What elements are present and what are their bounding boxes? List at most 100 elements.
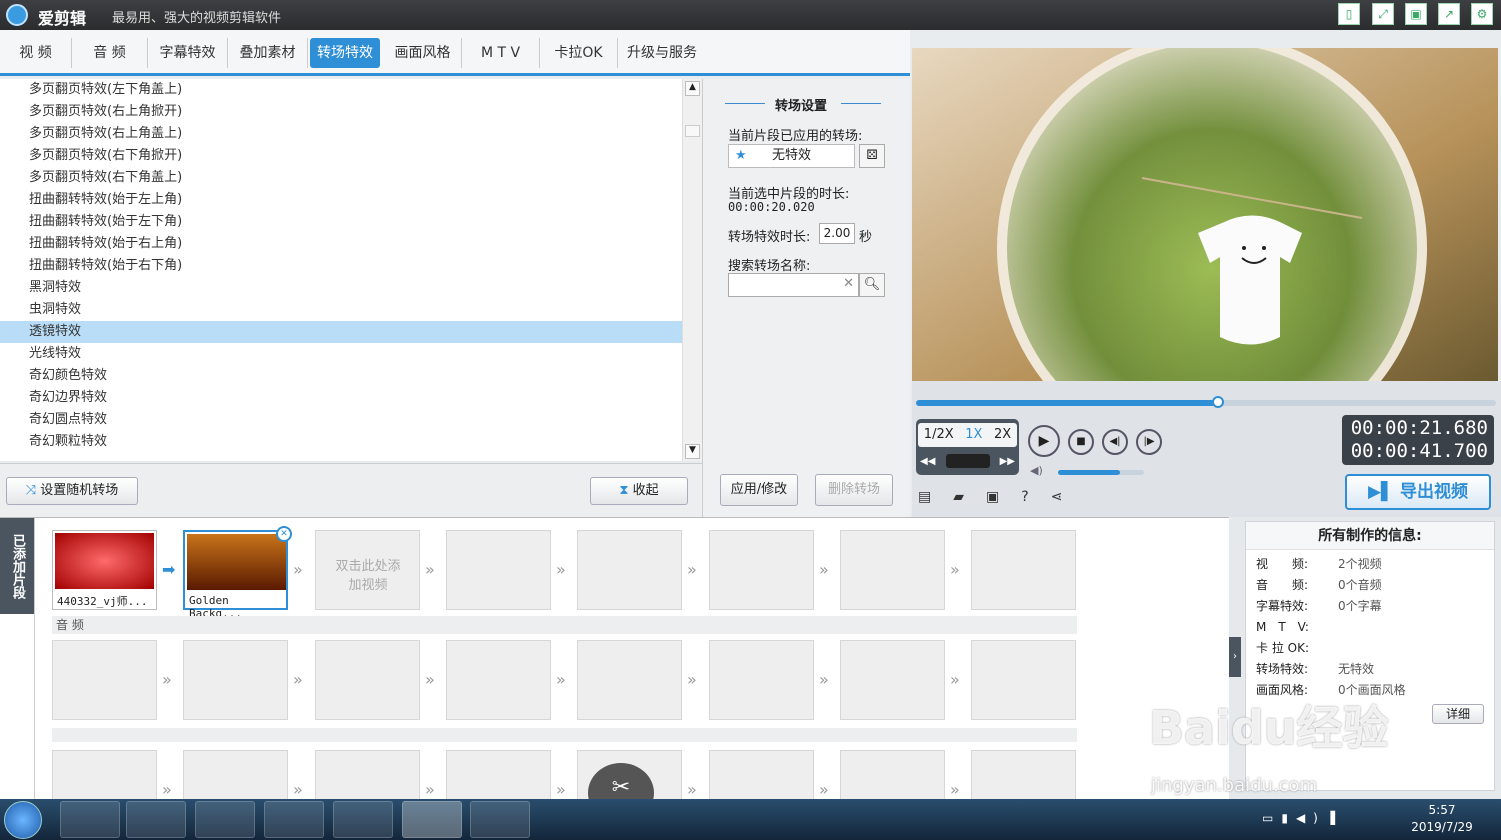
effect-list-item[interactable]: 多页翻页特效(左下角盖上) — [0, 79, 682, 101]
effect-duration-input[interactable]: 2.00 — [819, 223, 855, 244]
next-frame-icon[interactable]: |▶ — [1136, 429, 1162, 455]
random-transition-button[interactable]: ⤨ 设置随机转场 — [6, 477, 138, 505]
search-input[interactable]: ✕ — [728, 273, 859, 297]
new-project-icon[interactable]: ▤ — [918, 489, 931, 505]
watermark-brand: Baidu经验 — [1149, 701, 1389, 755]
search-icon[interactable]: 🔍︎ — [859, 273, 885, 297]
effect-list-item[interactable]: 多页翻页特效(右上角掀开) — [0, 101, 682, 123]
added-clips-tab[interactable]: 已添加片段 — [0, 518, 34, 614]
delete-transition-button[interactable]: 删除转场 — [815, 474, 893, 506]
audio-slot[interactable] — [183, 640, 288, 720]
jog-dial[interactable] — [945, 454, 990, 468]
dice-icon[interactable]: ⚄ — [859, 144, 885, 168]
list-scrollbar[interactable]: ▲ ▼ — [682, 79, 702, 461]
audio-slot[interactable] — [577, 640, 682, 720]
scroll-up-icon[interactable]: ▲ — [685, 81, 700, 96]
video-slot[interactable]: 440332_vj师... — [52, 530, 157, 610]
volume-icon[interactable]: ◀) — [1030, 464, 1043, 477]
taskbar-explorer-icon[interactable] — [126, 801, 186, 838]
fast-forward-icon[interactable]: ▶▶ — [1000, 456, 1015, 467]
tab-style[interactable]: 画面风格 — [384, 38, 462, 68]
video-slot[interactable] — [971, 530, 1076, 610]
taskbar-notes-icon[interactable] — [470, 801, 530, 838]
tab-subtitle[interactable]: 字幕特效 — [148, 38, 228, 68]
tab-overlay[interactable]: 叠加素材 — [228, 38, 308, 68]
speed-half[interactable]: 1/2X — [924, 423, 954, 447]
collapse-button[interactable]: ⧗ 收起 — [590, 477, 688, 505]
audio-slot[interactable] — [840, 640, 945, 720]
rewind-icon[interactable]: ◀◀ — [920, 456, 935, 467]
speed-1x[interactable]: 1X — [965, 423, 982, 447]
speed-2x[interactable]: 2X — [994, 423, 1011, 447]
effect-list-item[interactable]: 奇幻颗粒特效 — [0, 431, 682, 453]
tab-upgrade[interactable]: 升级与服务 — [618, 38, 706, 68]
detail-button[interactable]: 详细 — [1432, 704, 1484, 724]
video-slot[interactable] — [840, 530, 945, 610]
video-slot[interactable] — [577, 530, 682, 610]
collapse-panel-icon[interactable]: › — [1229, 637, 1241, 677]
effect-list-item[interactable]: 透镜特效 — [0, 321, 682, 343]
audio-slot[interactable] — [446, 640, 551, 720]
effect-list-item[interactable]: 奇幻边界特效 — [0, 387, 682, 409]
effect-list-item[interactable]: 虫洞特效 — [0, 299, 682, 321]
audio-slot[interactable] — [315, 640, 420, 720]
video-slot[interactable] — [709, 530, 814, 610]
effect-list-item[interactable]: 奇幻圆点特效 — [0, 409, 682, 431]
effect-list-item[interactable]: 扭曲翻转特效(始于左下角) — [0, 211, 682, 233]
save-icon[interactable]: ▣ — [1405, 3, 1427, 25]
remove-clip-icon[interactable]: ✕ — [276, 526, 292, 542]
scroll-down-icon[interactable]: ▼ — [685, 444, 700, 459]
effect-list-item[interactable]: 光线特效 — [0, 343, 682, 365]
start-icon[interactable] — [4, 801, 42, 839]
effect-list-item[interactable]: 扭曲翻转特效(始于右下角) — [0, 255, 682, 277]
share-icon[interactable]: ↗ — [1438, 3, 1460, 25]
slot-arrow-icon: » — [950, 670, 960, 689]
playback-progress[interactable] — [916, 396, 1496, 408]
stop-icon[interactable]: ■ — [1068, 429, 1094, 455]
video-preview[interactable] — [912, 48, 1498, 381]
prev-frame-icon[interactable]: ◀| — [1102, 429, 1128, 455]
tray-icons[interactable]: ▭▮◀)▐ — [1262, 811, 1343, 825]
effect-list-item[interactable]: 多页翻页特效(右下角掀开) — [0, 145, 682, 167]
video-slot[interactable]: 双击此处添加视频 — [315, 530, 420, 610]
help-icon[interactable]: ? — [1021, 489, 1028, 505]
effect-list-item[interactable]: 黑洞特效 — [0, 277, 682, 299]
video-slot[interactable] — [446, 530, 551, 610]
taskbar-firefox-icon[interactable] — [195, 801, 255, 838]
clear-icon[interactable]: ✕ — [843, 276, 854, 291]
fullscreen-icon[interactable]: ⤢ — [1372, 3, 1394, 25]
tab-audio[interactable]: 音 频 — [72, 38, 148, 68]
windows-taskbar: ▭▮◀)▐ 5:57 2019/7/29 — [0, 799, 1501, 840]
export-video-button[interactable]: ▶▌ 导出视频 — [1345, 474, 1491, 510]
taskbar-aijianji-active-icon[interactable] — [402, 801, 462, 838]
tab-mtv[interactable]: M T V — [462, 38, 540, 68]
open-folder-icon[interactable]: ▰ — [953, 489, 964, 505]
tab-video[interactable]: 视 频 — [0, 38, 72, 68]
effect-list-item[interactable]: 多页翻页特效(右上角盖上) — [0, 123, 682, 145]
volume-slider[interactable] — [1058, 470, 1144, 475]
effect-list-item[interactable]: 多页翻页特效(右下角盖上) — [0, 167, 682, 189]
mini-mode-icon[interactable]: ▯ — [1338, 3, 1360, 25]
audio-slot[interactable] — [971, 640, 1076, 720]
audio-slot[interactable] — [52, 640, 157, 720]
tab-transition[interactable]: 转场特效 — [310, 38, 380, 68]
scroll-thumb[interactable] — [685, 125, 700, 137]
effect-list-item[interactable]: 扭曲翻转特效(始于右上角) — [0, 233, 682, 255]
tab-karaoke[interactable]: 卡拉OK — [540, 38, 618, 68]
audio-slot[interactable] — [709, 640, 814, 720]
clock[interactable]: 5:57 2019/7/29 — [1406, 802, 1478, 836]
effect-list-item[interactable]: 扭曲翻转特效(始于左上角) — [0, 189, 682, 211]
apply-button[interactable]: 应用/修改 — [720, 474, 798, 506]
taskbar-browser-icon[interactable] — [333, 801, 393, 838]
save-project-icon[interactable]: ▣ — [986, 489, 999, 505]
settings-gear-icon[interactable]: ⚙ — [1471, 3, 1493, 25]
video-slot[interactable]: Golden Backg... ✕ — [183, 526, 292, 620]
share-project-icon[interactable]: ⋖ — [1051, 489, 1063, 505]
taskbar-media-icon[interactable] — [264, 801, 324, 838]
play-icon[interactable]: ▶ — [1028, 425, 1060, 457]
playback-progress-handle[interactable] — [1211, 396, 1224, 408]
effect-list-item[interactable]: 奇幻颜色特效 — [0, 365, 682, 387]
export-label: 导出视频 — [1400, 482, 1469, 502]
clip-name: 440332_vj师... — [57, 595, 148, 608]
taskbar-app-aijianji-icon[interactable] — [60, 801, 120, 838]
